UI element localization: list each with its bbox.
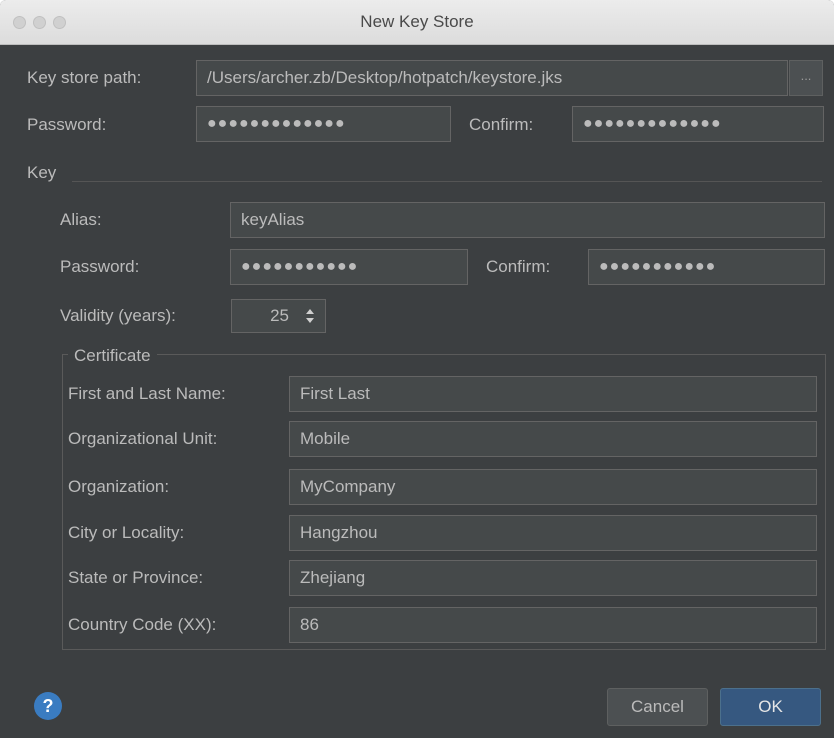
validity-spinner[interactable]: 25 (231, 299, 326, 333)
keystore-confirm-input[interactable]: ●●●●●●●●●●●●● (572, 106, 824, 142)
key-password-input[interactable]: ●●●●●●●●●●● (230, 249, 468, 285)
new-key-store-dialog: New Key Store Key store path: /Users/arc… (0, 0, 834, 738)
validity-value: 25 (270, 306, 289, 325)
keystore-path-input[interactable]: /Users/archer.zb/Desktop/hotpatch/keysto… (196, 60, 788, 96)
state-province-input[interactable]: Zhejiang (289, 560, 817, 596)
ok-button[interactable]: OK (720, 688, 821, 726)
key-confirm-input[interactable]: ●●●●●●●●●●● (588, 249, 825, 285)
keystore-password-label: Password: (27, 115, 107, 134)
validity-label: Validity (years): (60, 306, 176, 325)
certificate-legend: Certificate (68, 344, 157, 368)
key-confirm-label: Confirm: (486, 257, 551, 276)
keystore-path-label: Key store path: (27, 68, 142, 87)
key-password-label: Password: (60, 257, 140, 276)
alias-input[interactable]: keyAlias (230, 202, 825, 238)
alias-label: Alias: (60, 210, 102, 229)
organizational-unit-label: Organizational Unit: (68, 429, 218, 448)
first-last-name-input[interactable]: First Last (289, 376, 817, 412)
stepper-arrows-icon[interactable] (303, 306, 317, 326)
city-locality-input[interactable]: Hangzhou (289, 515, 817, 551)
browse-button[interactable]: ... (789, 60, 823, 96)
help-icon[interactable]: ? (34, 692, 62, 720)
country-code-label: Country Code (XX): (68, 615, 217, 634)
keystore-password-input[interactable]: ●●●●●●●●●●●●● (196, 106, 451, 142)
state-province-label: State or Province: (68, 568, 204, 587)
cancel-button[interactable]: Cancel (607, 688, 708, 726)
city-locality-label: City or Locality: (68, 523, 185, 542)
title-bar: New Key Store (0, 0, 834, 45)
organization-input[interactable]: MyCompany (289, 469, 817, 505)
keystore-confirm-label: Confirm: (469, 115, 534, 134)
key-section-label: Key (27, 163, 57, 182)
country-code-input[interactable]: 86 (289, 607, 817, 643)
organizational-unit-input[interactable]: Mobile (289, 421, 817, 457)
key-section-divider (72, 181, 822, 182)
window-title: New Key Store (360, 12, 474, 31)
organization-label: Organization: (68, 477, 170, 496)
first-last-name-label: First and Last Name: (68, 384, 226, 403)
